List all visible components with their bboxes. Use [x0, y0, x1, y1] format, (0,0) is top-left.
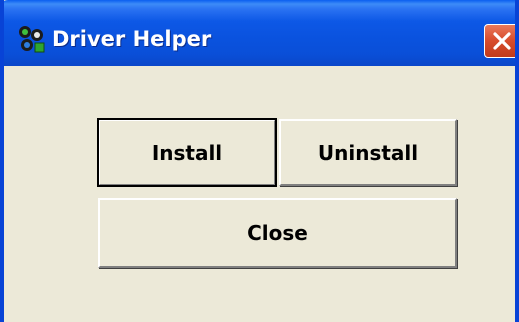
install-button[interactable]: Install — [97, 118, 277, 187]
close-window-button[interactable] — [484, 24, 515, 58]
uninstall-button[interactable]: Uninstall — [279, 119, 457, 186]
dialog-client-area: Install Uninstall Close — [4, 66, 515, 322]
driver-helper-app-icon — [16, 24, 46, 54]
close-button[interactable]: Close — [98, 198, 457, 268]
title-bar[interactable]: Driver Helper — [4, 0, 515, 66]
dialog-window: Driver Helper Install Uninstall Close — [0, 0, 519, 322]
window-title: Driver Helper — [52, 27, 212, 51]
